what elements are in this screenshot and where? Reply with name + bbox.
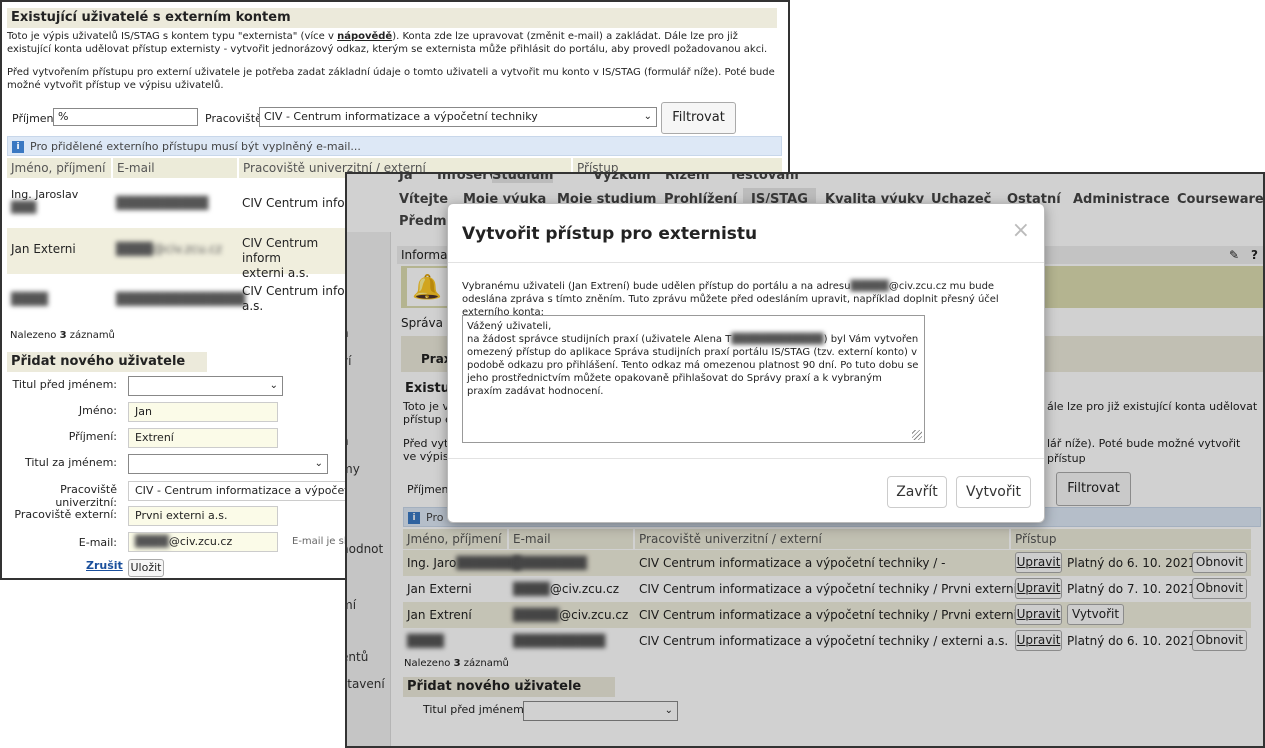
pracoviste-externi-input[interactable]: Prvni externi a.s. bbox=[128, 506, 278, 526]
cell-pracoviste: CIV Centrum inform externi a.s. bbox=[242, 236, 319, 280]
table-header: E-mail bbox=[113, 158, 237, 178]
pracoviste-select[interactable]: CIV - Centrum informatizace a výpočetní … bbox=[259, 107, 657, 127]
info-banner: i Pro přidělené externího přístupu musí b… bbox=[7, 136, 782, 156]
create-button[interactable]: Vytvořit bbox=[956, 476, 1031, 508]
prijmeni-label: Příjmení bbox=[12, 112, 57, 125]
field-label: Pracoviště externí: bbox=[14, 508, 117, 521]
cell-email: ██████████ bbox=[116, 196, 209, 210]
help-link[interactable]: nápovědě bbox=[337, 31, 392, 42]
divider bbox=[448, 458, 1044, 459]
zrusit-link[interactable]: Zrušit bbox=[86, 559, 123, 572]
close-icon[interactable]: × bbox=[1012, 218, 1030, 243]
ulozit-button[interactable]: Uložit bbox=[128, 559, 164, 577]
email-input[interactable]: ████@civ.zcu.cz bbox=[128, 532, 278, 552]
cell-pracoviste: CIV Centrum inform a.s. bbox=[242, 284, 361, 313]
info-icon: i bbox=[12, 141, 24, 153]
create-access-dialog: Vytvořit přístup pro externistu × Vybran… bbox=[447, 203, 1045, 523]
jmeno-input[interactable]: Jan bbox=[128, 402, 278, 422]
field-label: Jméno: bbox=[78, 404, 117, 417]
table-row: Jan Externi ████@civ.zcu.cz CIV Centrum … bbox=[7, 228, 347, 280]
resize-handle-icon[interactable] bbox=[912, 430, 922, 440]
titul-pred-select[interactable]: ⌄ bbox=[128, 376, 283, 396]
divider bbox=[448, 262, 1044, 263]
chevron-down-icon: ⌄ bbox=[643, 111, 652, 122]
chevron-down-icon: ⌄ bbox=[314, 458, 323, 469]
field-label: Pracoviště univerzitní: bbox=[55, 483, 117, 509]
dialog-intro: Vybranému uživateli (Jan Extrení) bude u… bbox=[462, 281, 999, 318]
field-label: Příjmení: bbox=[68, 430, 117, 443]
field-label: Titul před jménem: bbox=[12, 378, 117, 391]
field-label: Titul za jménem: bbox=[25, 456, 117, 469]
close-button[interactable]: Zavřít bbox=[887, 476, 947, 508]
prijmeni-filter-input[interactable]: % bbox=[53, 108, 198, 126]
add-user-title: Přidat nového uživatele bbox=[7, 352, 207, 372]
pracoviste-univerzitni-select[interactable]: CIV - Centrum informatizace a výpočetní … bbox=[128, 481, 348, 501]
cell-email: ████@civ.zcu.cz bbox=[116, 242, 223, 256]
message-textarea[interactable]: Vážený uživateli, na žádost správce stud… bbox=[462, 315, 925, 443]
cell-name: ████ bbox=[11, 292, 48, 306]
description-paragraph: Toto je výpis uživatelů IS/STAG s kontem… bbox=[7, 31, 768, 55]
cell-email: ██████████████ bbox=[116, 292, 246, 306]
cell-pracoviste: CIV Centrum inform bbox=[242, 196, 361, 210]
section-title: Existující uživatelé s externím kontem bbox=[7, 8, 777, 28]
cell-name: Jan Externi bbox=[11, 242, 76, 256]
cell-name: Ing. Jaroslav ███ bbox=[11, 188, 79, 214]
email-note: E-mail je sl bbox=[292, 536, 347, 547]
found-count: Nalezeno 3 záznamů bbox=[10, 330, 115, 341]
titul-za-select[interactable]: ⌄ bbox=[128, 454, 328, 474]
chevron-down-icon: ⌄ bbox=[269, 380, 278, 391]
prijmeni-input[interactable]: Extrení bbox=[128, 428, 278, 448]
dialog-title: Vytvořit přístup pro externistu bbox=[462, 224, 758, 244]
pracoviste-label: Pracoviště bbox=[205, 112, 262, 125]
filter-button[interactable]: Filtrovat bbox=[661, 102, 736, 134]
field-label: E-mail: bbox=[78, 536, 117, 549]
description-paragraph-2: Před vytvořením přístupu pro externí uži… bbox=[7, 67, 775, 91]
table-header: Jméno, příjmení bbox=[7, 158, 111, 178]
